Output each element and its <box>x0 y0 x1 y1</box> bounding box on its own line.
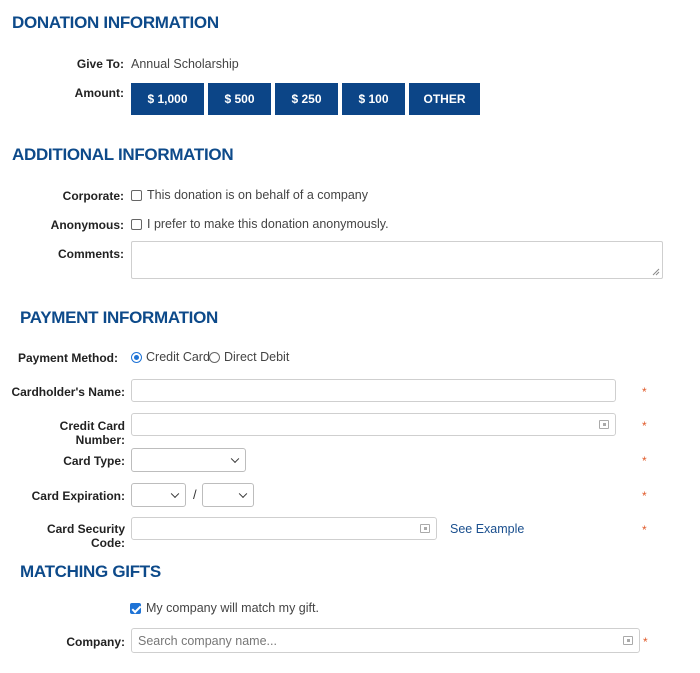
corporate-checkbox[interactable] <box>131 190 142 201</box>
company-match-checkbox[interactable] <box>130 603 141 614</box>
amount-label: Amount: <box>74 86 124 100</box>
amount-100-button[interactable]: $ 100 <box>342 83 405 115</box>
corporate-text: This donation is on behalf of a company <box>147 188 368 202</box>
comments-label: Comments: <box>57 247 124 261</box>
autofill-icon[interactable] <box>599 420 609 429</box>
company-search-field[interactable] <box>131 628 640 653</box>
cardholder-name-label: Cardholder's Name: <box>11 385 125 399</box>
donation-info-heading: DONATION INFORMATION <box>12 13 219 32</box>
payment-info-heading: PAYMENT INFORMATION <box>20 308 218 327</box>
company-search-input[interactable] <box>132 629 639 652</box>
expiration-separator: / <box>193 487 197 502</box>
card-type-select[interactable] <box>131 448 246 472</box>
see-example-link[interactable]: See Example <box>450 522 524 536</box>
card-type-label: Card Type: <box>63 454 125 468</box>
comments-textarea[interactable] <box>131 241 663 279</box>
required-marker: * <box>642 419 647 433</box>
direct-debit-radio[interactable] <box>209 352 220 363</box>
required-marker: * <box>642 454 647 468</box>
chevron-down-icon <box>170 489 180 499</box>
additional-info-heading: ADDITIONAL INFORMATION <box>12 145 234 164</box>
autofill-icon[interactable] <box>420 524 430 533</box>
matching-gifts-heading: MATCHING GIFTS <box>20 562 161 581</box>
amount-250-button[interactable]: $ 250 <box>275 83 338 115</box>
anonymous-checkbox[interactable] <box>131 219 142 230</box>
payment-method-label: Payment Method: <box>17 351 118 365</box>
expiration-year-select[interactable] <box>202 483 254 507</box>
required-marker: * <box>642 385 647 399</box>
card-number-label: Credit Card Number: <box>59 419 125 447</box>
anonymous-label: Anonymous: <box>50 218 124 232</box>
anonymous-text: I prefer to make this donation anonymous… <box>147 217 389 231</box>
expiration-month-select[interactable] <box>131 483 186 507</box>
resize-grip-icon[interactable] <box>652 268 660 276</box>
company-match-text: My company will match my gift. <box>146 601 319 615</box>
card-number-field[interactable] <box>131 413 616 436</box>
security-code-field[interactable] <box>131 517 437 540</box>
credit-card-radio[interactable] <box>131 352 142 363</box>
amount-500-button[interactable]: $ 500 <box>208 83 271 115</box>
security-code-label: Card Security Code: <box>46 522 125 550</box>
chevron-down-icon <box>238 489 248 499</box>
amount-1000-button[interactable]: $ 1,000 <box>131 83 204 115</box>
required-marker: * <box>642 523 647 537</box>
give-to-label: Give To: <box>76 57 124 71</box>
autofill-icon[interactable] <box>623 636 633 645</box>
corporate-label: Corporate: <box>62 189 124 203</box>
chevron-down-icon <box>230 454 240 464</box>
security-code-input[interactable] <box>132 518 436 539</box>
credit-card-option[interactable]: Credit Card <box>146 350 210 364</box>
company-label: Company: <box>66 635 125 649</box>
card-number-input[interactable] <box>132 414 615 435</box>
amount-other-button[interactable]: OTHER <box>409 83 480 115</box>
cardholder-name-field[interactable] <box>131 379 616 402</box>
card-expiration-label: Card Expiration: <box>31 489 125 503</box>
required-marker: * <box>642 489 647 503</box>
cardholder-name-input[interactable] <box>132 380 615 401</box>
give-to-value: Annual Scholarship <box>131 57 239 71</box>
required-marker: * <box>643 635 648 649</box>
direct-debit-option[interactable]: Direct Debit <box>224 350 289 364</box>
